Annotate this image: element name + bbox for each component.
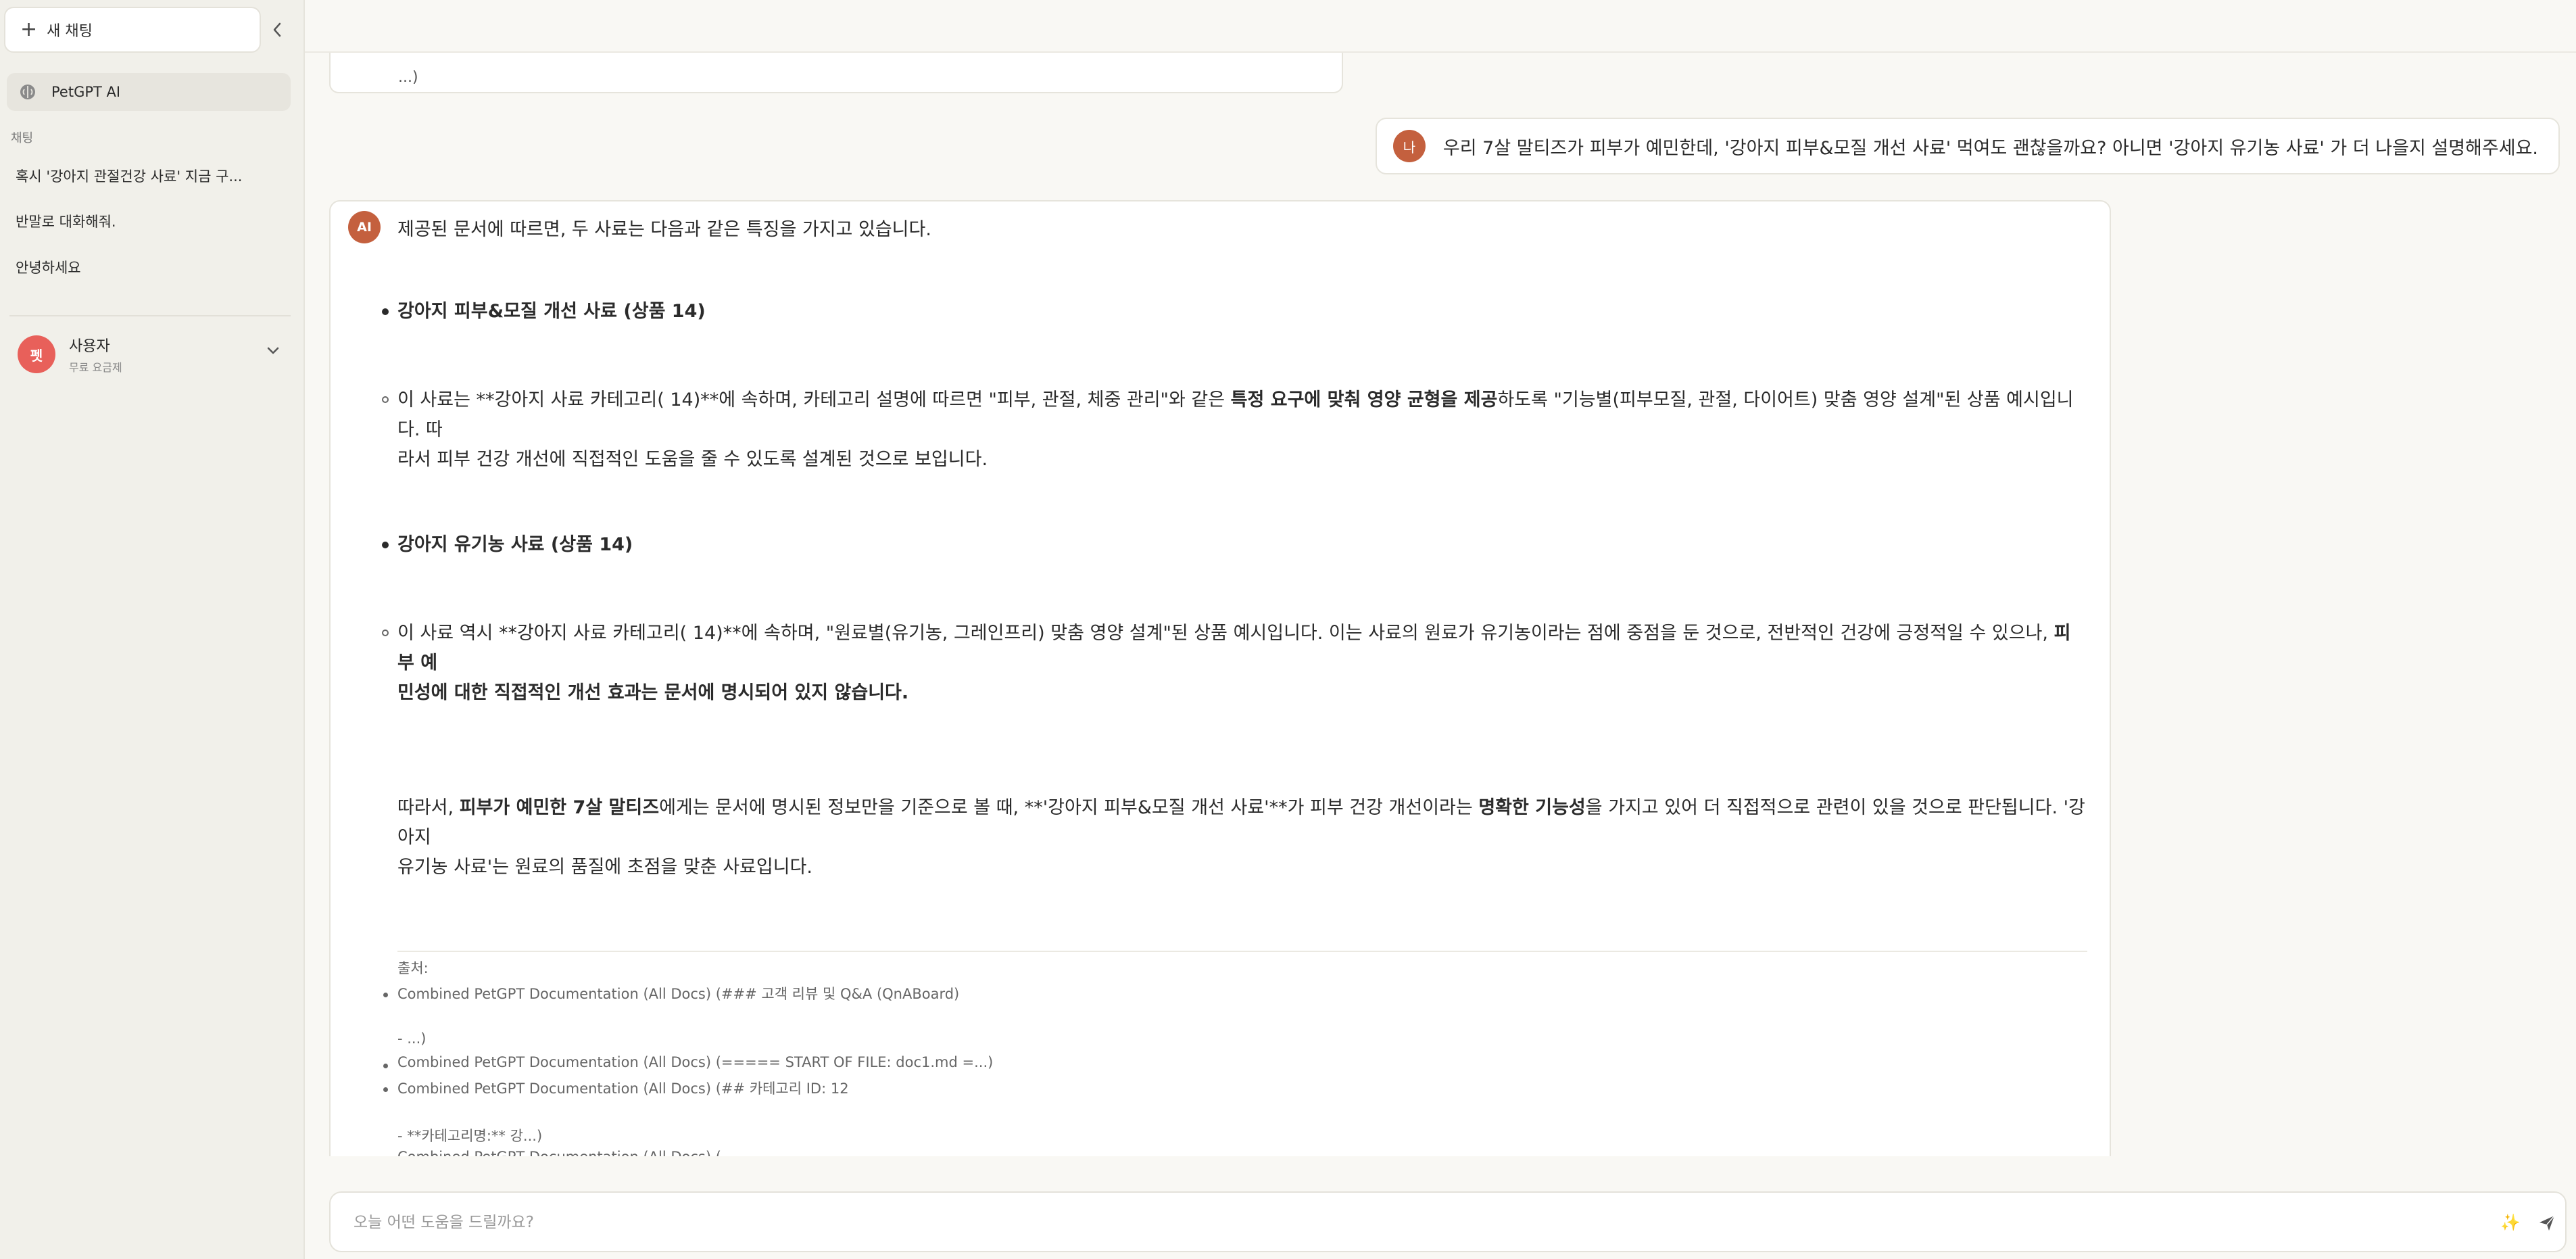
conclusion-part: 에게는 문서에 명시된 정보만을 기준으로 볼 때, **'강아지 피부&모질 … — [659, 797, 1479, 818]
source-link[interactable]: Combined PetGPT Documentation (All Docs)… — [397, 983, 959, 1003]
brain-icon — [20, 85, 35, 99]
bullet-icon — [382, 630, 389, 636]
ai-intro: 제공된 문서에 따르면, 두 사료는 다음과 같은 특징을 가지고 있습니다. — [397, 219, 931, 240]
user-plan: 무료 요금제 — [69, 361, 122, 374]
ai-conclusion: 따라서, 피부가 예민한 7살 말티즈에게는 문서에 명시된 정보만을 기준으로… — [397, 793, 2087, 882]
source-link[interactable]: Combined PetGPT Documentation (All Docs)… — [397, 1054, 993, 1070]
sources-label: 출처: — [397, 960, 429, 976]
new-chat-label: 새 채팅 — [47, 23, 93, 40]
chat-input[interactable] — [354, 1208, 2449, 1237]
source-link[interactable]: Combined PetGPT Documentation (All Docs)… — [397, 1149, 737, 1156]
top-bar — [305, 0, 2576, 53]
user-menu[interactable]: 펫 사용자 무료 요금제 — [7, 329, 291, 380]
bullet-icon — [382, 542, 389, 548]
item-2-title: 강아지 유기농 사료 (상품 14) — [397, 534, 633, 555]
main-panel: ...) 나 우리 7살 말티즈가 피부가 예민한데, '강아지 피부&모질 개… — [305, 0, 2576, 1259]
chats-section-label: 채팅 — [11, 131, 34, 145]
source-continuation: - ...) — [397, 1030, 427, 1047]
send-icon[interactable] — [2537, 1213, 2557, 1233]
collapse-sidebar-button[interactable] — [265, 16, 289, 43]
item-1-desc-line2: 라서 피부 건강 개선에 직접적인 도움을 줄 수 있도록 설계된 것으로 보입… — [397, 449, 988, 470]
chat-history-item[interactable]: 반말로 대화해줘. — [7, 203, 291, 239]
conclusion-bold: 피부가 예민한 7살 말티즈 — [459, 797, 660, 818]
item-2-desc-part: 이 사료 역시 **강아지 사료 카테고리( 14)**에 속하며, "원료별(… — [397, 623, 2054, 644]
user-name: 사용자 — [69, 338, 110, 355]
bullet-icon — [382, 308, 389, 315]
bullet-icon — [383, 1087, 388, 1092]
divider — [397, 951, 2087, 952]
sidebar-item-petgpt-ai[interactable]: PetGPT AI — [7, 73, 291, 111]
bullet-icon — [383, 1064, 388, 1068]
previous-message: ...) — [329, 53, 1343, 93]
bullet-icon — [382, 396, 389, 403]
sidebar: + 새 채팅 PetGPT AI 채팅 혹시 '강아지 관절건강 사료' 지금 … — [0, 0, 305, 1259]
ai-message: AI 제공된 문서에 따르면, 두 사료는 다음과 같은 특징을 가지고 있습니… — [329, 200, 2111, 1156]
item-1-desc-part: 이 사료는 **강아지 사료 카테고리( 14)**에 속하며, 카테고리 설명… — [397, 389, 1231, 410]
user-message-text: 우리 7살 말티즈가 피부가 예민한데, '강아지 피부&모질 개선 사료' 먹… — [1442, 137, 2538, 159]
item-2-description: 이 사료 역시 **강아지 사료 카테고리( 14)**에 속하며, "원료별(… — [397, 619, 2087, 708]
user-message: 나 우리 7살 말티즈가 피부가 예민한데, '강아지 피부&모질 개선 사료'… — [1375, 118, 2560, 174]
item-1-desc-bold: 특정 요구에 맞춰 영양 균형을 제공 — [1230, 389, 1498, 410]
item-1-title: 강아지 피부&모질 개선 사료 (상품 14) — [397, 301, 706, 322]
source-link[interactable]: Combined PetGPT Documentation (All Docs)… — [397, 1078, 849, 1098]
item-2-desc-bold-line2: 민성에 대한 직접적인 개선 효과는 문서에 명시되어 있지 않습니다. — [397, 682, 909, 703]
conclusion-part: 따라서, — [397, 797, 460, 818]
avatar: 펫 — [18, 335, 55, 373]
user-avatar: 나 — [1392, 130, 1426, 162]
new-chat-button[interactable]: + 새 채팅 — [4, 7, 261, 53]
chevron-left-icon — [273, 22, 281, 37]
message-list[interactable]: ...) 나 우리 7살 말티즈가 피부가 예민한데, '강아지 피부&모질 개… — [305, 53, 2576, 1156]
plus-icon: + — [20, 18, 38, 41]
divider — [9, 315, 291, 316]
chat-history-item[interactable]: 혹시 '강아지 관절건강 사료' 지금 구... — [7, 158, 291, 194]
item-1-description: 이 사료는 **강아지 사료 카테고리( 14)**에 속하며, 카테고리 설명… — [397, 385, 2087, 475]
bullet-icon — [383, 993, 388, 997]
previous-message-tail: ...) — [398, 69, 418, 86]
sparkle-icon[interactable]: ✨ — [2500, 1213, 2521, 1232]
chat-history-item[interactable]: 안녕하세요 — [7, 249, 291, 285]
chevron-down-icon — [267, 347, 279, 354]
conclusion-bold: 명확한 기능성 — [1478, 797, 1586, 818]
sidebar-item-label: PetGPT AI — [51, 84, 121, 100]
ai-avatar: AI — [348, 211, 381, 243]
source-continuation: - **카테고리명:** 강...) — [397, 1128, 543, 1144]
conclusion-line2: 유기농 사료'는 원료의 품질에 초점을 맞춘 사료입니다. — [397, 857, 812, 878]
composer: ✨ — [329, 1191, 2567, 1252]
